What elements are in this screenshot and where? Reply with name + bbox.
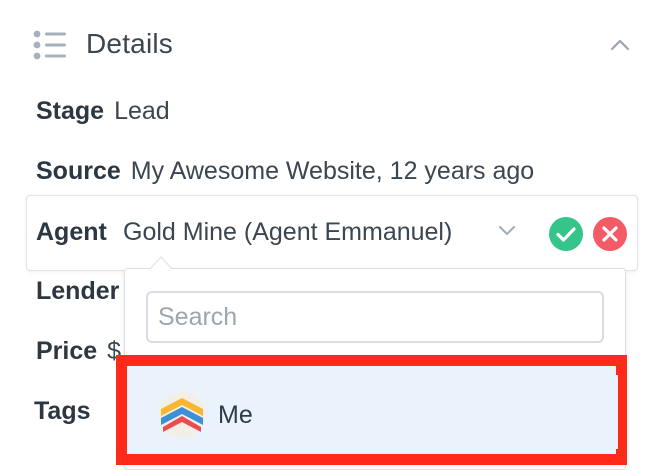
chevron-down-icon[interactable] xyxy=(497,224,517,238)
field-label: Source xyxy=(36,157,121,185)
option-label: Me xyxy=(218,401,253,429)
agent-select[interactable]: Gold Mine (Agent Emmanuel) xyxy=(123,212,529,252)
brand-logo-icon xyxy=(159,392,205,438)
highlight-frame: Me xyxy=(116,355,627,465)
field-label: Tags xyxy=(34,397,91,425)
field-tags: Tags xyxy=(34,397,101,433)
agent-label: Agent xyxy=(36,218,107,246)
details-section-header: Details xyxy=(0,0,672,90)
field-label: Stage xyxy=(36,97,105,125)
field-price: Price $ xyxy=(36,337,121,373)
confirm-button[interactable] xyxy=(549,217,583,251)
check-icon xyxy=(556,227,576,242)
field-value[interactable]: Lead xyxy=(114,97,170,125)
agent-editor: Agent Gold Mine (Agent Emmanuel) xyxy=(26,195,638,271)
field-label: Price xyxy=(36,337,98,365)
field-label: Lender xyxy=(36,277,120,305)
field-lender: Lender xyxy=(36,277,129,313)
option-me[interactable]: Me xyxy=(136,375,618,449)
cancel-button[interactable] xyxy=(593,217,627,251)
section-title: Details xyxy=(86,28,173,59)
field-value[interactable]: My Awesome Website, 12 years ago xyxy=(131,157,534,185)
field-source: Source My Awesome Website, 12 years ago xyxy=(36,157,534,193)
search-input[interactable] xyxy=(146,291,604,343)
dropdown-pointer xyxy=(149,256,173,270)
list-icon xyxy=(33,30,66,60)
agent-selected-value: Gold Mine (Agent Emmanuel) xyxy=(123,218,453,246)
close-icon xyxy=(602,226,618,242)
chevron-up-icon[interactable] xyxy=(606,34,634,56)
field-stage: Stage Lead xyxy=(36,97,170,133)
